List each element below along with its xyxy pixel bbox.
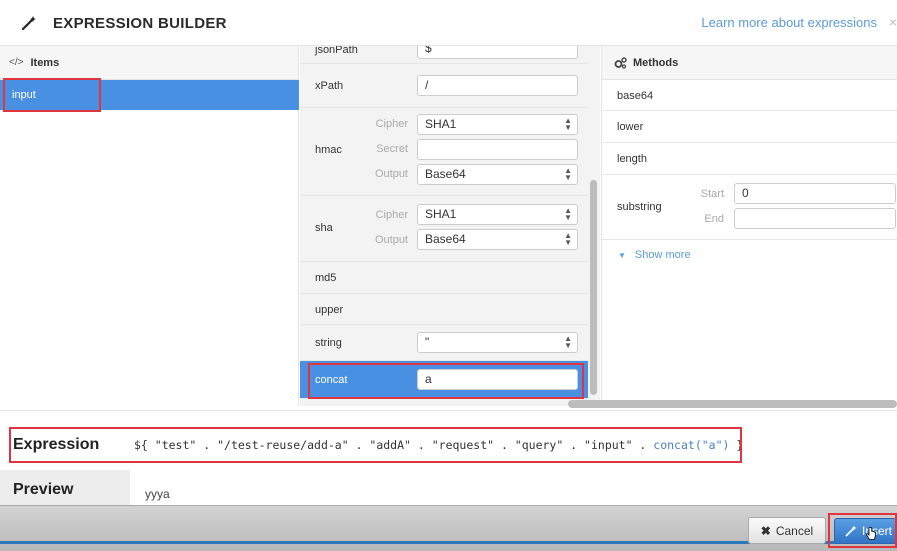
items-panel: </> Items input [0,46,299,406]
functions-panel: jsonPath $ xPath / hmac Cipher SHA1 ▲ ▼ Se… [300,46,600,406]
hmac-cipher-select[interactable]: SHA1 ▲ ▼ [417,114,578,135]
output-label: Output [374,234,408,246]
methods-panel-title: Methods [633,56,679,69]
function-row-hmac[interactable]: hmac Cipher SHA1 ▲ ▼ Secret Output Base64 ▲… [300,108,588,196]
dialog-header: EXPRESSION BUILDER Learn more about expr… [0,0,897,46]
string-select[interactable]: " ▲ ▼ [417,332,578,353]
hmac-secret-input[interactable] [417,139,578,160]
dialog-title: EXPRESSION BUILDER [53,15,227,32]
item-input[interactable]: input [0,80,299,110]
function-row-jsonpath[interactable]: jsonPath $ [300,46,588,64]
method-row-lower[interactable]: lower [602,111,897,143]
gears-icon [614,56,627,69]
method-label: length [617,153,647,165]
method-row-base64[interactable]: base64 [602,80,897,111]
close-x-icon: ✖ [760,523,771,538]
expression-label: Expression [13,436,100,453]
function-label: sha [315,222,333,234]
functions-scrollbar[interactable] [590,180,597,395]
cancel-button[interactable]: ✖ Cancel [748,517,826,544]
sha-cipher-select[interactable]: SHA1 ▲ ▼ [417,204,578,225]
items-panel-title: Items [30,56,60,69]
function-label: md5 [315,272,337,284]
method-label: base64 [617,90,654,102]
cipher-label: Cipher [375,118,408,130]
function-label: jsonPath [315,46,358,56]
substring-start-input[interactable]: 0 [734,183,896,204]
expression-area: Expression ${ "test" . "/test-reuse/add-… [0,410,897,470]
method-row-length[interactable]: length [602,143,897,175]
xpath-input[interactable]: / [417,75,578,96]
function-row-sha[interactable]: sha Cipher SHA1 ▲ ▼ Output Base64 ▲ ▼ [300,196,588,262]
jsonpath-input[interactable]: $ [417,46,578,59]
method-label: substring [617,201,662,213]
start-label: Start [700,188,724,200]
close-icon[interactable]: × [889,14,897,30]
method-label: lower [617,121,644,133]
methods-panel: Methods base64 lower length substring St… [601,46,897,406]
wand-icon [21,16,36,31]
preview-label: Preview [13,481,74,498]
cipher-label: Cipher [375,209,408,221]
function-row-md5[interactable]: md5 [300,262,588,294]
wand-icon [845,525,857,537]
sha-output-select[interactable]: Base64 ▲ ▼ [417,229,578,250]
function-row-upper[interactable]: upper [300,294,588,325]
methods-panel-header: Methods [602,46,897,80]
preview-area: Preview yyya [0,470,897,510]
end-label: End [704,213,724,225]
items-panel-header: </> Items [0,46,298,80]
caret-down-icon: ▼ [618,251,626,260]
learn-more-link[interactable]: Learn more about expressions [701,15,877,30]
show-more-link[interactable]: ▼ Show more [618,249,691,261]
function-row-xpath[interactable]: xPath / [300,64,588,108]
function-label: concat [315,374,348,386]
code-icon: </> [9,57,24,68]
output-label: Output [374,168,408,180]
function-label: xPath [315,80,344,92]
horizontal-scrollbar[interactable] [568,400,897,408]
concat-input[interactable]: a [417,369,578,390]
method-row-substring[interactable]: substring Start 0 End [602,175,897,240]
preview-value: yyya [145,487,170,501]
hand-cursor-icon [865,527,876,540]
function-row-concat[interactable]: concat a [300,361,588,399]
hmac-output-select[interactable]: Base64 ▲ ▼ [417,164,578,185]
secret-label: Secret [376,143,408,155]
substring-end-input[interactable] [734,208,896,229]
expression-code: ${ "test" . "/test-reuse/add-a" . "addA"… [134,438,744,452]
function-row-string[interactable]: string " ▲ ▼ [300,325,588,361]
function-label: string [315,337,342,349]
function-label: upper [315,304,344,316]
